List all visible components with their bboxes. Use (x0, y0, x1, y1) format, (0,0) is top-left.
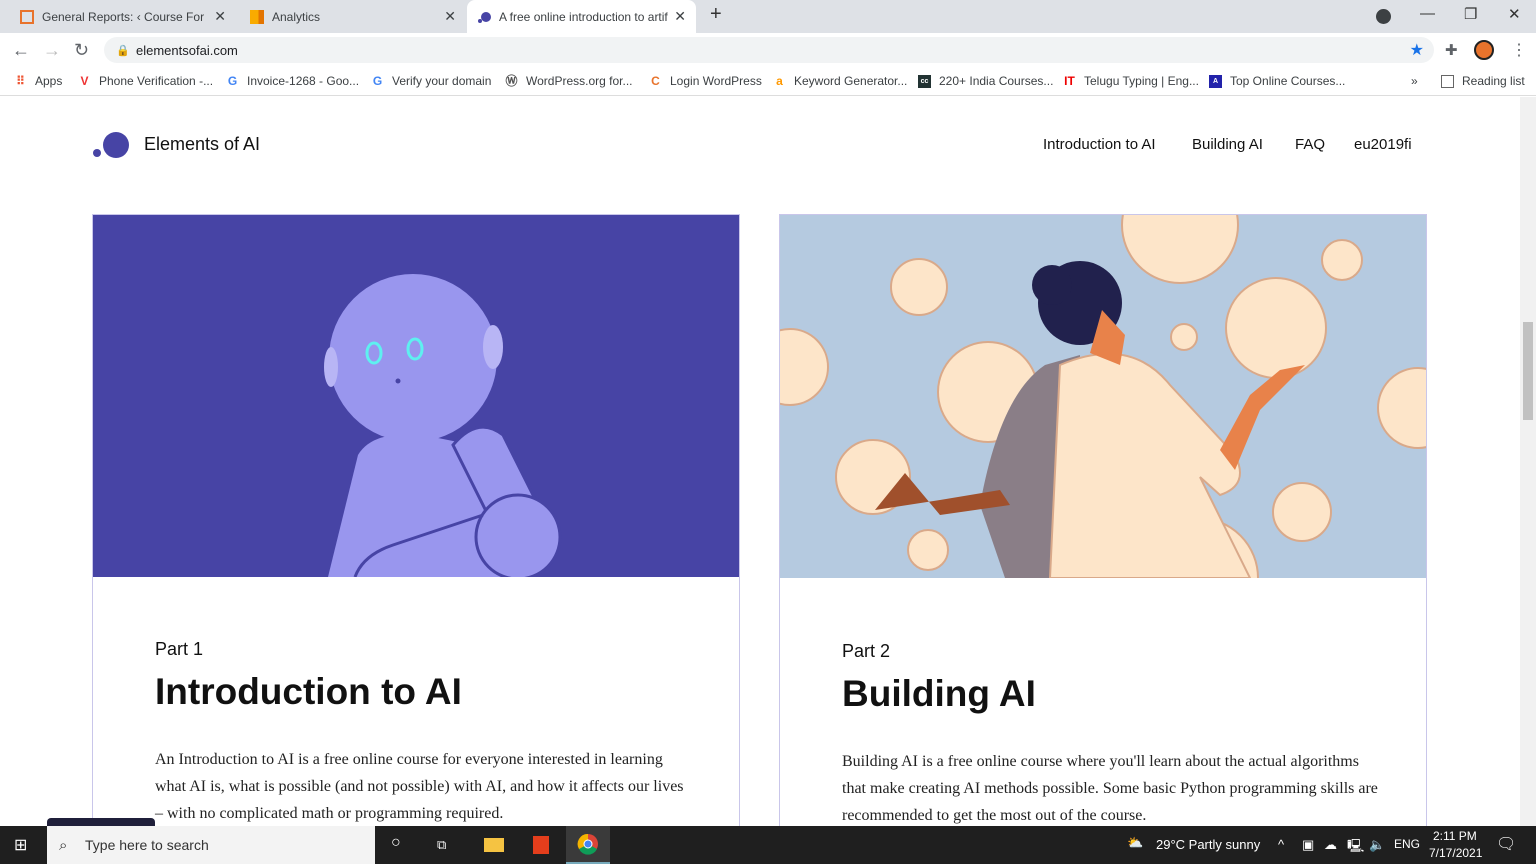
office-icon[interactable] (533, 836, 549, 854)
clock-date[interactable]: 7/17/2021 (1429, 846, 1482, 860)
bookmark-apps[interactable]: ⠿ Apps (14, 74, 62, 88)
course-favicon: C (651, 73, 660, 88)
card-title[interactable]: Introduction to AI (155, 671, 462, 713)
amazon-icon: a (776, 73, 783, 88)
network-icon[interactable]: 🖳 (1347, 837, 1364, 859)
chrome-taskbar-icon[interactable] (566, 826, 610, 864)
close-window-button[interactable]: ✕ (1508, 5, 1521, 23)
bookmark-item[interactable]: Ⓦ WordPress.org for... (505, 74, 632, 88)
close-tab-icon[interactable]: ✕ (674, 8, 686, 25)
bookmark-item[interactable]: IT Telugu Typing | Eng... (1063, 74, 1199, 88)
a-icon: A (1209, 74, 1222, 88)
close-tab-icon[interactable]: ✕ (444, 8, 456, 25)
course-card-part-2[interactable]: Part 2 Building AI Building AI is a free… (779, 214, 1427, 826)
taskbar-search-input[interactable]: ⌕ Type here to search (47, 826, 375, 864)
tab-search-icon[interactable] (1376, 9, 1391, 24)
tab-general-reports[interactable]: General Reports: ‹ Course For Futu✕ (10, 0, 236, 33)
minimize-button[interactable]: — (1420, 5, 1435, 22)
elements-logo[interactable] (92, 131, 132, 159)
weather-icon[interactable]: ⛅ (1127, 835, 1143, 851)
wordpress-icon: Ⓦ (505, 73, 518, 88)
card-description: An Introduction to AI is a free online c… (155, 751, 684, 822)
meet-now-icon[interactable]: ▣ (1302, 837, 1314, 853)
nav-faq[interactable]: FAQ (1295, 136, 1325, 153)
nav-building-ai[interactable]: Building AI (1192, 136, 1263, 153)
bookmark-item[interactable]: a Keyword Generator... (773, 74, 907, 88)
nav-introduction-to-ai[interactable]: Introduction to AI (1043, 136, 1156, 153)
forward-icon[interactable]: → (43, 40, 61, 61)
google-icon: G (372, 73, 383, 88)
clock-time[interactable]: 2:11 PM (1433, 829, 1477, 843)
nav-eu2019fi[interactable]: eu2019fi (1354, 136, 1412, 153)
cookie-banner-tab[interactable] (47, 818, 155, 826)
menu-icon[interactable]: ⋮ (1511, 40, 1527, 60)
google-icon: G (227, 73, 238, 88)
search-icon: ⌕ (59, 836, 68, 854)
page-scrollbar[interactable] (1520, 97, 1536, 826)
tab-elements-of-ai[interactable]: A free online introduction to artificial… (467, 0, 696, 33)
profile-avatar[interactable] (1474, 40, 1494, 60)
bookmark-item[interactable]: A Top Online Courses... (1209, 74, 1345, 88)
bookmark-item[interactable]: cc 220+ India Courses... (918, 74, 1053, 88)
cc-icon: cc (918, 74, 931, 88)
onedrive-icon[interactable]: ☁ (1324, 837, 1337, 853)
card-part-label: Part 1 (155, 639, 204, 659)
elements-favicon (477, 10, 491, 24)
tab-strip: General Reports: ‹ Course For Futu✕ Anal… (0, 0, 1536, 33)
close-tab-icon[interactable]: ✕ (214, 8, 226, 25)
reading-list-button[interactable]: Reading list (1441, 74, 1525, 88)
building-ai-illustration (780, 215, 1426, 578)
v-icon: V (80, 73, 89, 88)
bookmarks-bar: ⠿ Apps V Phone Verification -... G Invoice-… (0, 66, 1536, 96)
new-tab-button[interactable]: + (710, 3, 722, 26)
windows-taskbar: ⊞ ⌕ Type here to search ○ ⧉ ⛅ 29°C Partl… (0, 826, 1536, 864)
tab-analytics[interactable]: Analytics ✕ (240, 0, 466, 33)
restore-button[interactable]: ❐ (1464, 5, 1477, 23)
back-icon[interactable]: ← (12, 40, 30, 61)
reading-list-icon (1441, 74, 1454, 88)
card-part-label: Part 2 (842, 641, 891, 661)
web-page: Elements of AI Introduction to AI Buildi… (0, 97, 1520, 826)
apps-grid-icon: ⠿ (16, 73, 25, 88)
card-title[interactable]: Building AI (842, 673, 1036, 715)
volume-icon[interactable]: 🔈 (1369, 837, 1385, 853)
analytics-favicon (250, 9, 264, 24)
scrollbar-thumb[interactable] (1523, 322, 1533, 420)
reload-icon[interactable]: ↻ (74, 40, 89, 61)
bookmark-item[interactable]: C Login WordPress (649, 74, 762, 88)
more-bookmarks-button[interactable]: » (1411, 74, 1418, 88)
course-card-part-1[interactable]: Part 1 Introduction to AI An Introductio… (92, 214, 740, 826)
task-view-icon[interactable]: ⧉ (437, 837, 446, 853)
weather-text[interactable]: 29°C Partly sunny (1156, 837, 1260, 852)
it-icon: IT (1064, 73, 1075, 88)
course-favicon (20, 9, 34, 24)
language-indicator[interactable]: ENG (1394, 837, 1420, 851)
address-bar[interactable]: 🔒 elementsofai.com ★ (104, 37, 1434, 63)
bookmark-item[interactable]: G Verify your domain (371, 73, 492, 88)
bookmark-item[interactable]: V Phone Verification -... (78, 74, 213, 88)
toolbar: ← → ↻ 🔒 elementsofai.com ★ ✚ ⋮ (0, 33, 1536, 66)
bookmark-star-icon[interactable]: ★ (1410, 40, 1424, 60)
bookmark-item[interactable]: G Invoice-1268 - Goo... (226, 74, 359, 88)
show-hidden-icons[interactable]: ^ (1278, 837, 1284, 852)
card-description: Building AI is a free online course wher… (842, 753, 1378, 824)
extensions-icon[interactable]: ✚ (1445, 41, 1458, 59)
windows-start-icon[interactable]: ⊞ (14, 835, 27, 855)
robot-illustration (93, 215, 739, 577)
lock-icon: 🔒 (116, 44, 130, 57)
file-explorer-icon[interactable] (484, 838, 504, 852)
cortana-icon[interactable]: ○ (391, 834, 401, 852)
brand-name[interactable]: Elements of AI (144, 134, 260, 155)
notifications-icon[interactable]: 🗨 (1496, 834, 1516, 854)
